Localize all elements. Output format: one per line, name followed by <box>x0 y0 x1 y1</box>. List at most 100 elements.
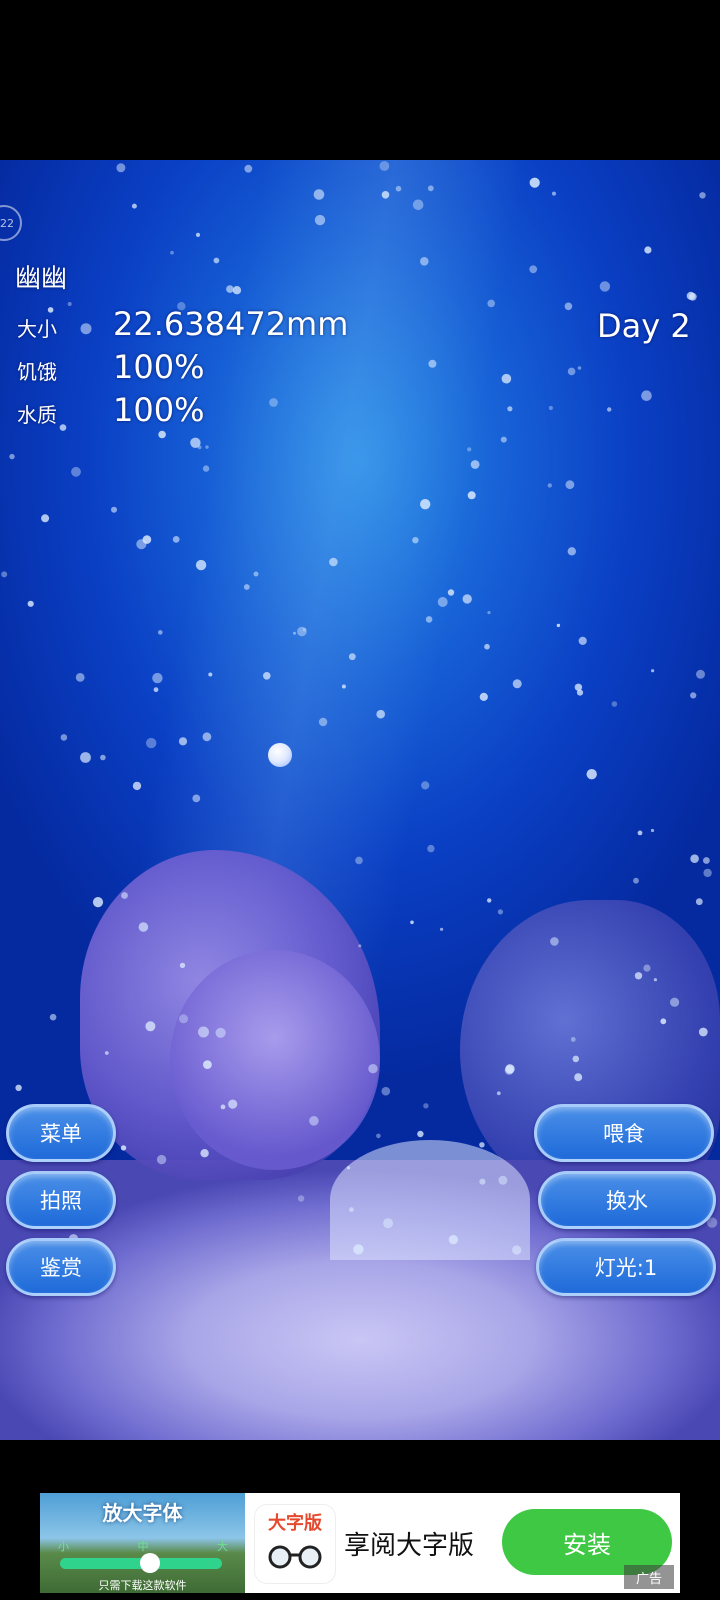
bubble-particle <box>116 163 126 173</box>
bubble-particle <box>358 944 362 948</box>
bubble-particle <box>427 844 435 853</box>
bubble-particle <box>650 828 655 833</box>
bubble-particle <box>690 854 699 863</box>
jellyfish-pet[interactable] <box>268 743 292 767</box>
bubble-particle <box>487 611 491 615</box>
bubble-particle <box>567 547 576 556</box>
ad-title: 享阅大字版 <box>344 1531 475 1561</box>
bubble-particle <box>487 898 492 903</box>
bubble-particle <box>100 754 106 761</box>
ad-tick-medium: 中 <box>137 1540 149 1553</box>
menu-button[interactable]: 菜单 <box>6 1104 116 1162</box>
bubble-particle <box>574 1073 583 1082</box>
bubble-particle <box>423 1103 429 1109</box>
bubble-particle <box>202 465 210 472</box>
bubble-particle <box>611 701 618 707</box>
ad-image[interactable]: 放大字体 小 中 大 只需下载这款软件 <box>40 1493 245 1593</box>
bubble-particle <box>498 1175 508 1185</box>
bubble-particle <box>467 491 476 500</box>
bubble-particle <box>131 203 137 209</box>
bubble-particle <box>421 781 430 790</box>
bubble-particle <box>651 669 655 673</box>
bubble-particle <box>479 1142 485 1148</box>
bubble-particle <box>462 594 472 604</box>
bubble-particle <box>599 281 611 292</box>
bubble-particle <box>121 892 128 899</box>
bubble-particle <box>487 299 496 308</box>
bubble-particle <box>448 1235 459 1245</box>
bubble-particle <box>156 1154 167 1165</box>
bubble-particle <box>355 856 363 865</box>
bubble-particle <box>497 909 503 915</box>
bubble-particle <box>226 285 234 293</box>
bubble-particle <box>643 964 651 972</box>
bubble-particle <box>376 709 386 719</box>
bubble-particle <box>253 571 259 577</box>
bubble-particle <box>153 687 159 693</box>
ad-slider-knob <box>140 1553 160 1573</box>
bubble-particle <box>111 506 117 513</box>
bubble-particle <box>564 302 573 311</box>
pet-name: 幽幽 <box>15 264 68 294</box>
bubble-particle <box>232 286 242 295</box>
bubble-particle <box>228 1099 238 1109</box>
bubble-particle <box>556 623 561 628</box>
bubble-particle <box>172 536 180 543</box>
bubble-particle <box>104 1051 109 1055</box>
bubble-particle <box>425 616 433 623</box>
bubble-particle <box>552 191 556 196</box>
bubble-particle <box>179 962 186 969</box>
bubble-particle <box>205 445 209 449</box>
bubble-particle <box>586 769 597 780</box>
bubble-particle <box>179 1014 188 1024</box>
ad-banner[interactable]: 放大字体 小 中 大 只需下载这款软件 大字版 享阅大字版 安装 广告 <box>40 1493 680 1593</box>
bubble-particle <box>346 1166 351 1170</box>
bubble-particle <box>417 1130 424 1138</box>
light-button[interactable]: 灯光:1 <box>536 1238 716 1296</box>
bubble-particle <box>578 636 587 645</box>
bubble-particle <box>138 922 149 932</box>
bubble-particle <box>309 1116 319 1126</box>
bubble-particle <box>200 1149 209 1158</box>
bubble-particle <box>467 447 472 452</box>
bubble-particle <box>637 830 643 836</box>
bubble-particle <box>484 643 490 650</box>
bubble-particle <box>1 571 8 578</box>
bubble-particle <box>75 673 85 682</box>
photo-button[interactable]: 拍照 <box>6 1171 116 1229</box>
appreciate-button[interactable]: 鉴赏 <box>6 1238 116 1296</box>
bubble-particle <box>572 1055 580 1063</box>
bubble-particle <box>703 857 710 864</box>
bubble-particle <box>576 689 584 696</box>
bubble-particle <box>349 1207 354 1212</box>
bubble-particle <box>376 1133 381 1139</box>
bubble-particle <box>263 672 271 680</box>
size-value: 22.638472mm <box>113 305 349 343</box>
bubble-particle <box>447 589 455 596</box>
change-water-button[interactable]: 换水 <box>538 1171 716 1229</box>
bubble-particle <box>381 191 390 199</box>
bubble-particle <box>244 164 253 173</box>
ad-app-icon[interactable]: 大字版 <box>255 1505 335 1583</box>
bubble-particle <box>500 436 507 443</box>
bubble-particle <box>313 189 325 200</box>
feed-button[interactable]: 喂食 <box>534 1104 714 1162</box>
bubble-particle <box>428 359 437 368</box>
bubble-particle <box>368 1064 378 1074</box>
bubble-particle <box>512 1245 522 1255</box>
bubble-particle <box>479 1178 486 1185</box>
bubble-particle <box>703 868 712 878</box>
hunger-value: 100% <box>113 348 205 386</box>
bubble-particle <box>634 972 643 980</box>
bubble-particle <box>195 559 207 571</box>
hunger-label: 饥饿 <box>17 360 57 384</box>
bubble-particle <box>302 627 307 632</box>
bubble-particle <box>440 927 444 931</box>
bubble-particle <box>496 1091 501 1096</box>
bubble-particle <box>190 437 201 448</box>
bubble-particle <box>379 161 390 171</box>
bubble-particle <box>71 466 81 477</box>
bubble-particle <box>170 250 174 255</box>
bubble-particle <box>633 877 639 884</box>
bubble-particle <box>547 483 552 488</box>
